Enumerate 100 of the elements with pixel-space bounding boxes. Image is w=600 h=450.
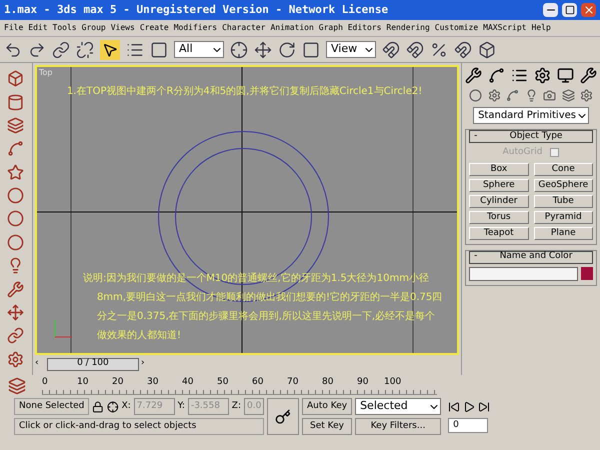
menu-item[interactable]: Help [532,22,551,34]
primitive-button[interactable]: Cylinder [469,194,529,208]
redo-icon[interactable] [28,40,46,58]
key-button[interactable] [267,398,299,435]
key-filters-button[interactable]: Key Filters... [355,418,442,435]
light-icon[interactable] [524,89,538,102]
close-button[interactable] [581,3,596,17]
go-to-start-icon[interactable] [448,400,460,412]
coordinate-dropdown[interactable]: View [326,41,376,58]
coordinate-mode-icon[interactable] [106,400,119,412]
ruler-label: 20 [112,377,124,387]
x-label: X: [122,400,131,413]
circle-icon[interactable] [7,234,24,251]
select-tool-button[interactable] [100,40,120,60]
frame-counter[interactable]: 0 / 100 [46,358,139,370]
layers-icon[interactable] [8,377,26,395]
link-icon[interactable] [7,327,24,344]
menu-item[interactable]: MAXScript [483,22,526,34]
circle-icon[interactable] [7,187,24,204]
ruler-label: 80 [322,377,334,387]
magnet-icon[interactable] [454,40,472,58]
ruler-label: 60 [252,377,264,387]
menu-item[interactable]: Modifiers [174,22,218,34]
magnet-icon[interactable] [406,40,424,58]
primitive-button[interactable]: Teapot [469,226,529,240]
primitive-button[interactable]: Sphere [469,178,529,192]
primitive-button[interactable]: Box [469,162,529,176]
gear-icon[interactable] [7,350,24,368]
menu-item[interactable]: File [4,22,24,34]
menu-item[interactable]: Views [110,22,135,34]
ruler-label: 100 [384,377,402,387]
magnet-icon[interactable] [382,40,400,58]
primitive-button[interactable]: Tube [534,194,593,208]
menu-item[interactable]: Graph Editors [318,22,382,34]
unlink-icon[interactable] [76,40,94,58]
name-field[interactable] [469,266,578,280]
gear-icon[interactable] [580,89,593,102]
scroll-left-button[interactable]: ‹ [34,357,45,371]
close-icon [582,4,594,16]
primitive-button[interactable]: Pyramid [534,210,593,224]
z-label: Z: [232,400,241,413]
ruler-label: 90 [357,377,368,387]
wrench-icon[interactable] [7,280,24,298]
menu-item[interactable]: Tools [52,22,77,34]
move-icon[interactable] [254,40,272,58]
maximize-button[interactable] [562,3,577,17]
rollout-header[interactable]: - Name and Color [469,250,593,264]
layers-icon[interactable] [7,116,24,134]
frame-field[interactable]: 0 [448,418,488,433]
menu-item[interactable]: Customize [434,22,478,34]
curve-icon[interactable] [488,67,506,84]
lock-icon[interactable] [92,400,104,412]
percent-icon[interactable] [430,40,448,58]
primitive-button[interactable]: Plane [534,226,593,240]
color-swatch[interactable] [581,267,593,280]
spline-icon[interactable] [7,140,24,158]
y-label: Y: [178,400,185,413]
minimize-button[interactable] [543,3,558,17]
cylinder-icon[interactable] [7,94,24,111]
key-mode-dropdown[interactable]: Selected [355,398,442,415]
category-dropdown[interactable]: Standard Primitives [473,107,589,124]
ruler-label: 10 [77,377,88,387]
camera-icon[interactable] [543,89,556,102]
primitive-button[interactable]: GeoSphere [534,178,593,192]
autogrid-checkbox[interactable] [550,148,560,158]
menu-item[interactable]: Animation [270,22,314,34]
scroll-right-button[interactable]: › [140,357,151,371]
autogrid-label: AutoGrid [502,146,542,159]
box-icon[interactable] [478,40,496,58]
monitor-icon[interactable] [557,67,574,84]
target-icon[interactable] [230,40,248,58]
go-to-end-icon[interactable] [478,400,490,412]
set-key-button[interactable]: Set Key [302,418,352,435]
maximize-icon [564,5,574,15]
ruler-label: 30 [147,377,158,387]
primitive-button[interactable]: Torus [469,210,529,224]
hierarchy-icon[interactable] [511,67,528,84]
primitive-button[interactable]: Cone [534,162,593,176]
undo-icon[interactable] [4,40,22,58]
ruler-label: 0 [42,377,48,387]
rollout-header[interactable]: - Object Type [469,130,593,143]
menu-item[interactable]: Rendering [386,22,430,34]
selection-status: None Selected [14,398,90,415]
viewport-label: Top [38,67,54,79]
axis-tripod-icon [52,319,73,339]
menu-item[interactable]: Edit [28,22,48,34]
menu-item[interactable]: Create [140,22,169,34]
prompt-text: Click or click-and-drag to select objects [14,418,264,435]
play-icon[interactable] [463,400,476,412]
menu-item[interactable]: Character [222,22,266,34]
selection-filter-dropdown[interactable]: All [174,41,224,58]
rotate-icon[interactable] [278,40,296,58]
box-icon[interactable] [7,70,24,88]
scale-icon[interactable] [302,40,320,58]
ruler-label: 40 [182,377,194,387]
circle-icon[interactable] [7,210,24,228]
key-icon [275,408,291,424]
auto-key-button[interactable]: Auto Key [302,398,352,415]
menu-item[interactable]: Group [82,22,106,34]
link-icon[interactable] [52,40,70,58]
